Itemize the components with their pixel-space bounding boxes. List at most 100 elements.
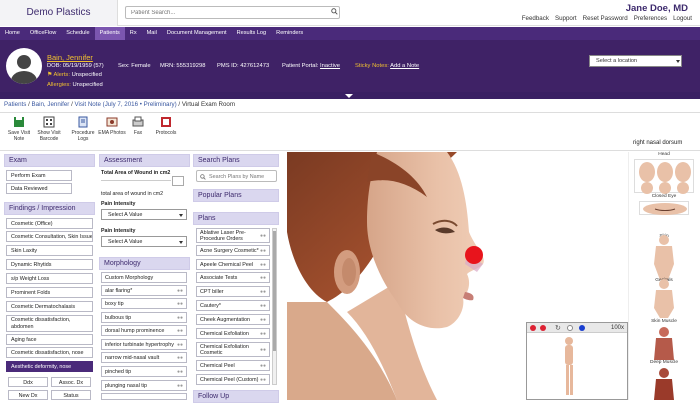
support-link[interactable]: Support — [555, 15, 577, 22]
collapse-arrow-icon[interactable] — [345, 94, 353, 98]
thumb-genitals[interactable] — [644, 278, 684, 318]
mini-model-popup[interactable]: ↻ 100x — [526, 322, 628, 400]
status-button[interactable]: Status — [51, 390, 91, 400]
more-icon[interactable]: ●● — [177, 340, 183, 351]
preferences-link[interactable]: Preferences — [634, 15, 667, 22]
more-icon[interactable]: ●● — [260, 361, 266, 372]
more-icon[interactable]: ●● — [177, 299, 183, 310]
close-icon[interactable] — [530, 325, 536, 331]
finding-item[interactable]: Cosmetic (Office) — [6, 218, 93, 229]
more-icon[interactable]: ●● — [260, 287, 266, 298]
circle-icon[interactable] — [567, 325, 573, 331]
plans-scrollbar[interactable] — [272, 228, 277, 385]
procedure-logs-button[interactable]: Procedure Logs — [68, 116, 98, 142]
nav-home[interactable]: Home — [0, 27, 25, 40]
morphology-item[interactable]: alar flaring* ●● — [101, 285, 187, 296]
wound-area-slider[interactable] — [101, 180, 171, 181]
more-icon[interactable]: ●● — [260, 375, 266, 386]
finding-item[interactable]: Prominent Folds — [6, 287, 93, 298]
more-icon[interactable]: ●● — [260, 315, 266, 326]
data-reviewed-button[interactable]: Data Reviewed — [6, 183, 72, 194]
more-icon[interactable]: ●● — [177, 326, 183, 337]
logout-link[interactable]: Logout — [673, 15, 692, 22]
patient-search-input[interactable] — [125, 6, 340, 19]
region-marker[interactable] — [465, 246, 483, 264]
finding-item-selected[interactable]: Aesthetic deformity, nose — [6, 361, 93, 372]
rotate-icon[interactable]: ↻ — [555, 324, 561, 332]
breadcrumb-patients[interactable]: Patients — [4, 101, 26, 108]
minus-icon[interactable] — [540, 325, 546, 331]
nav-schedule[interactable]: Schedule — [61, 27, 94, 40]
show-visit-barcode-button[interactable]: Show Visit Barcode — [34, 116, 64, 142]
morphology-item[interactable] — [101, 393, 187, 400]
more-icon[interactable]: ●● — [177, 286, 183, 297]
thumb-deep-muscle[interactable] — [644, 367, 684, 400]
finding-item[interactable]: Dynamic Rhytids — [6, 259, 93, 270]
search-icon[interactable] — [331, 8, 338, 15]
morphology-item[interactable]: bulbous tip ●● — [101, 312, 187, 323]
save-visit-note-button[interactable]: Save Visit Note — [4, 116, 34, 142]
more-icon[interactable]: ●● — [177, 381, 183, 392]
finding-item[interactable]: Cosmetic dissatisfaction, nose — [6, 347, 93, 358]
plan-item[interactable]: Chemical Exfoliation Cosmetic ●● — [196, 342, 270, 357]
morphology-item[interactable]: plunging nasal tip ●● — [101, 380, 187, 391]
breadcrumb-visit-note[interactable]: Visit Note (July 7, 2016 • Preliminary) — [75, 101, 177, 108]
nav-reminders[interactable]: Reminders — [271, 27, 308, 40]
brand-logo[interactable]: Demo Plastics — [0, 0, 118, 26]
finding-item[interactable]: Cosmetic Consultation, Skin Issues — [6, 231, 93, 242]
plan-item[interactable]: Acne Surgery Cosmetic* ●● — [196, 245, 270, 256]
finding-item[interactable]: Aging face — [6, 334, 93, 345]
finding-item[interactable]: s/p Weight Loss — [6, 273, 93, 284]
assoc-dx-button[interactable]: Assoc. Dx — [51, 377, 91, 387]
more-icon[interactable]: ●● — [260, 233, 266, 239]
more-icon[interactable]: ●● — [260, 329, 266, 340]
nav-officeflow[interactable]: OfficeFlow — [25, 27, 61, 40]
feedback-link[interactable]: Feedback — [522, 15, 549, 22]
morphology-item[interactable]: narrow mid-nasal vault ●● — [101, 352, 187, 363]
nav-document-management[interactable]: Document Management — [162, 27, 232, 40]
morphology-item[interactable]: boxy tip ●● — [101, 298, 187, 309]
pain-intensity-select[interactable]: Select A Value — [101, 236, 187, 247]
plan-item[interactable]: Apeele Chemical Peel ●● — [196, 259, 270, 270]
plan-item[interactable]: Chemical Exfoliation ●● — [196, 328, 270, 339]
more-icon[interactable]: ●● — [177, 353, 183, 364]
portal-value[interactable]: Inactive — [320, 63, 340, 69]
new-dx-button[interactable]: New Dx — [8, 390, 48, 400]
more-icon[interactable]: ●● — [177, 367, 183, 378]
morphology-item[interactable]: Custom Morphology — [101, 272, 187, 283]
more-icon[interactable]: ●● — [260, 260, 266, 271]
scrollbar-thumb[interactable] — [273, 231, 276, 351]
perform-exam-button[interactable]: Perform Exam — [6, 170, 72, 181]
nav-results-log[interactable]: Results Log — [232, 27, 272, 40]
nav-patients[interactable]: Patients — [94, 27, 125, 40]
color-dot-icon[interactable] — [579, 325, 585, 331]
more-icon[interactable]: ●● — [260, 246, 266, 257]
morphology-item[interactable]: inferior turbinate hypertrophy ●● — [101, 339, 187, 350]
finding-item[interactable]: Skin Laxity — [6, 245, 93, 256]
patient-name[interactable]: Bain, Jennifer — [47, 53, 93, 62]
thumb-skin-muscle[interactable] — [644, 326, 684, 360]
more-icon[interactable]: ●● — [177, 313, 183, 324]
nav-mail[interactable]: Mail — [142, 27, 162, 40]
plan-item[interactable]: Ablative Laser Pre-Procedure Orders ●● — [196, 228, 270, 243]
nav-rx[interactable]: Rx — [125, 27, 142, 40]
breadcrumb-patient-name[interactable]: Bain, Jennifer — [32, 101, 70, 108]
pain-intensity-select[interactable]: Select A Value — [101, 209, 187, 220]
user-name[interactable]: Jane Doe, MD — [626, 3, 688, 14]
add-note-link[interactable]: Add a Note — [390, 63, 419, 69]
thumb-closed-eye[interactable] — [639, 201, 689, 215]
wound-area-input[interactable] — [172, 176, 184, 186]
thumb-head[interactable] — [634, 159, 694, 194]
location-select[interactable]: Select a location — [589, 55, 682, 67]
chevron-down-icon[interactable] — [676, 60, 680, 63]
morphology-item[interactable]: pinched tip ●● — [101, 366, 187, 377]
fax-button[interactable]: Fax — [123, 116, 153, 136]
thumb-skin[interactable] — [644, 234, 684, 280]
finding-item[interactable]: Cosmetic Dermatochalasis — [6, 301, 93, 312]
plan-item[interactable]: Chemical Peel (Custom) ●● — [196, 374, 270, 385]
finding-item[interactable]: Cosmetic dissatisfaction, abdomen — [6, 315, 93, 332]
more-icon[interactable]: ●● — [260, 301, 266, 312]
reset-password-link[interactable]: Reset Password — [583, 15, 628, 22]
morphology-item[interactable]: dorsal hump prominence ●● — [101, 325, 187, 336]
plan-item[interactable]: Chemical Peel ●● — [196, 360, 270, 371]
